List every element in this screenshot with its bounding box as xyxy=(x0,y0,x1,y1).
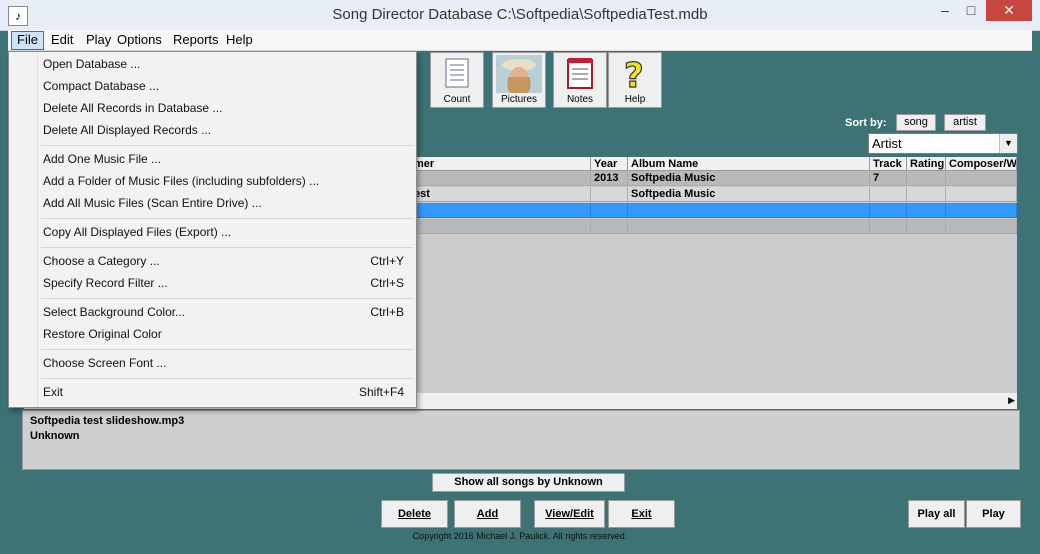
copyright-text: Copyright 2016 Michael J. Paulick. All r… xyxy=(412,531,628,541)
sort-label: Sort by: xyxy=(845,117,887,129)
column-header-composer[interactable]: Composer/Wri xyxy=(946,157,1017,171)
sort-select-value: Artist xyxy=(872,136,902,151)
notes-label: Notes xyxy=(566,94,594,105)
song-info-panel: Softpedia test slideshow.mp3 Unknown xyxy=(22,410,1020,470)
help-label: Help xyxy=(624,94,646,105)
help-button[interactable]: ? Help xyxy=(608,52,662,108)
table-cell xyxy=(946,219,1017,234)
column-header-rating[interactable]: Rating xyxy=(907,157,946,171)
table-cell xyxy=(870,219,907,234)
chevron-down-icon[interactable]: ▼ xyxy=(999,134,1017,153)
file-menu-dropdown: Open Database ... Compact Database ... D… xyxy=(8,51,417,408)
column-header-album[interactable]: Album Name xyxy=(628,157,870,171)
menu-item-copy-displayed[interactable]: Copy All Displayed Files (Export) ... xyxy=(43,222,231,242)
pictures-button[interactable]: Pictures xyxy=(492,52,546,108)
table-cell xyxy=(870,187,907,202)
menu-item-select-bg-color[interactable]: Select Background Color... xyxy=(43,302,185,322)
menu-separator xyxy=(41,349,413,350)
menu-item-choose-category[interactable]: Choose a Category ... xyxy=(43,251,160,271)
menu-separator xyxy=(41,145,413,146)
close-button[interactable]: ✕ xyxy=(986,0,1032,21)
menu-item-add-one-file[interactable]: Add One Music File ... xyxy=(43,149,161,169)
menu-bar: File Edit Play Options Reports Help xyxy=(8,30,1032,51)
table-cell xyxy=(591,187,628,202)
menu-item-specify-filter[interactable]: Specify Record Filter ... xyxy=(43,273,168,293)
show-all-songs-button[interactable]: Show all songs by Unknown xyxy=(432,473,625,492)
sort-select[interactable]: Artist ▼ xyxy=(868,133,1018,154)
menu-item-compact-database[interactable]: Compact Database ... xyxy=(43,76,159,96)
menu-separator xyxy=(41,247,413,248)
menu-help[interactable]: Help xyxy=(221,32,258,48)
table-cell xyxy=(907,187,946,202)
menu-reports[interactable]: Reports xyxy=(168,32,224,48)
menu-play[interactable]: Play xyxy=(81,32,116,48)
view-edit-button[interactable]: View/Edit xyxy=(534,500,605,528)
count-button[interactable]: Count xyxy=(430,52,484,108)
window-title: Song Director Database C:\Softpedia\Soft… xyxy=(332,6,708,23)
table-cell xyxy=(591,219,628,234)
svg-text:?: ? xyxy=(624,56,644,92)
table-cell xyxy=(907,171,946,186)
shortcut-specify-filter: Ctrl+S xyxy=(370,276,404,290)
table-cell: 7 xyxy=(870,171,907,186)
sort-song-button[interactable]: song xyxy=(896,114,936,131)
title-bar: ♪ Song Director Database C:\Softpedia\So… xyxy=(0,0,1040,31)
menu-edit[interactable]: Edit xyxy=(46,32,78,48)
menu-item-add-all-files[interactable]: Add All Music Files (Scan Entire Drive) … xyxy=(43,193,262,213)
table-cell xyxy=(946,203,1017,218)
table-cell xyxy=(907,203,946,218)
maximize-button[interactable]: □ xyxy=(956,0,986,21)
shortcut-select-bg-color: Ctrl+B xyxy=(370,305,404,319)
table-cell xyxy=(946,171,1017,186)
shortcut-exit: Shift+F4 xyxy=(358,385,404,399)
question-mark-icon: ? xyxy=(623,56,644,92)
menu-item-restore-color[interactable]: Restore Original Color xyxy=(43,324,162,344)
table-cell xyxy=(870,203,907,218)
shortcut-choose-category: Ctrl+Y xyxy=(370,254,404,268)
add-button[interactable]: Add xyxy=(454,500,521,528)
menu-item-exit[interactable]: Exit xyxy=(43,382,63,402)
song-artist: Unknown xyxy=(30,430,80,442)
play-button[interactable]: Play xyxy=(966,500,1021,528)
scroll-right-icon[interactable]: ▶ xyxy=(1008,395,1015,406)
table-cell xyxy=(946,187,1017,202)
table-cell: 2013 xyxy=(591,171,628,186)
play-all-button[interactable]: Play all xyxy=(908,500,965,528)
column-header-track[interactable]: Track xyxy=(870,157,907,171)
menu-item-choose-font[interactable]: Choose Screen Font ... xyxy=(43,353,166,373)
notebook-icon xyxy=(567,58,593,89)
menu-item-delete-all-records[interactable]: Delete All Records in Database ... xyxy=(43,98,222,118)
menu-item-add-folder[interactable]: Add a Folder of Music Files (including s… xyxy=(43,171,319,191)
menu-separator xyxy=(41,298,413,299)
pictures-label: Pictures xyxy=(500,94,538,105)
menu-options[interactable]: Options xyxy=(112,32,167,48)
count-label: Count xyxy=(443,94,471,105)
table-cell xyxy=(628,219,870,234)
menu-file[interactable]: File xyxy=(11,31,44,50)
menu-item-delete-displayed-records[interactable]: Delete All Displayed Records ... xyxy=(43,120,211,140)
song-file-name: Softpedia test slideshow.mp3 xyxy=(30,415,185,427)
table-cell xyxy=(628,203,870,218)
menu-separator xyxy=(41,218,413,219)
menu-gutter xyxy=(9,52,38,407)
table-cell xyxy=(591,203,628,218)
menu-item-open-database[interactable]: Open Database ... xyxy=(43,54,140,74)
column-header-year[interactable]: Year xyxy=(591,157,628,171)
person-photo-icon xyxy=(496,55,542,93)
menu-separator xyxy=(41,378,413,379)
notes-button[interactable]: Notes xyxy=(553,52,607,108)
table-cell xyxy=(907,219,946,234)
sort-artist-button[interactable]: artist xyxy=(944,114,986,131)
delete-button[interactable]: Delete xyxy=(381,500,448,528)
table-cell: Softpedia Music xyxy=(628,187,870,202)
list-icon xyxy=(445,58,469,88)
table-cell: Softpedia Music xyxy=(628,171,870,186)
exit-button[interactable]: Exit xyxy=(608,500,675,528)
